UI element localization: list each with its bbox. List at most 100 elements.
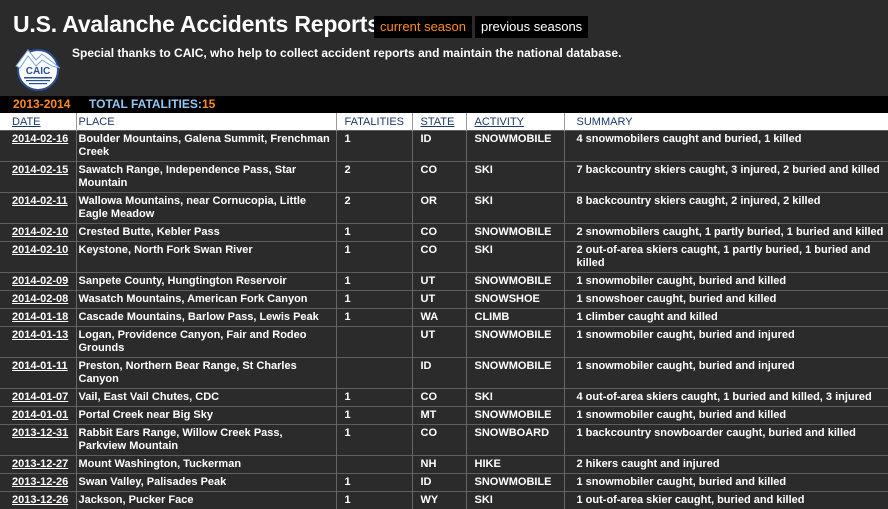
row-place: Sawatch Range, Independence Pass, Star M… — [76, 162, 336, 193]
table-row: 2014-01-18Cascade Mountains, Barlow Pass… — [0, 309, 888, 327]
column-header-date[interactable]: DATE — [0, 113, 76, 131]
row-fatalities: 1 — [336, 425, 412, 456]
row-date-link[interactable]: 2013-12-31 — [0, 425, 76, 456]
current-season-button[interactable]: current season — [374, 16, 472, 38]
row-activity: SKI — [466, 193, 564, 224]
row-date-link[interactable]: 2014-02-10 — [0, 224, 76, 242]
row-summary: 1 snowmobiler caught, buried and injured — [564, 358, 888, 389]
row-state: CO — [412, 224, 466, 242]
row-activity: SNOWBOARD — [466, 425, 564, 456]
row-state: CO — [412, 242, 466, 273]
row-date-link[interactable]: 2014-01-13 — [0, 327, 76, 358]
row-fatalities: 2 — [336, 162, 412, 193]
table-row: 2014-02-08Wasatch Mountains, American Fo… — [0, 291, 888, 309]
row-activity: SKI — [466, 492, 564, 509]
row-state: OR — [412, 193, 466, 224]
row-summary: 1 out-of-area skier caught, buried and k… — [564, 492, 888, 509]
row-place: Preston, Northern Bear Range, St Charles… — [76, 358, 336, 389]
row-state: MT — [412, 407, 466, 425]
row-state: CO — [412, 389, 466, 407]
row-fatalities — [336, 456, 412, 474]
row-summary: 1 snowmobiler caught, buried and killed — [564, 273, 888, 291]
row-activity: SNOWMOBILE — [466, 407, 564, 425]
table-row: 2014-02-10Crested Butte, Kebler Pass1COS… — [0, 224, 888, 242]
table-row: 2014-02-10Keystone, North Fork Swan Rive… — [0, 242, 888, 273]
table-row: 2014-01-13Logan, Providence Canyon, Fair… — [0, 327, 888, 358]
row-summary: 2 snowmobilers caught, 1 partly buried, … — [564, 224, 888, 242]
row-summary: 1 backcountry snowboarder caught, buried… — [564, 425, 888, 456]
row-place: Keystone, North Fork Swan River — [76, 242, 336, 273]
row-date-link[interactable]: 2014-01-18 — [0, 309, 76, 327]
thanks-text: Special thanks to CAIC, who help to coll… — [72, 46, 621, 60]
row-place: Logan, Providence Canyon, Fair and Rodeo… — [76, 327, 336, 358]
season-year: 2013-2014 — [13, 96, 70, 113]
row-date-link[interactable]: 2014-01-11 — [0, 358, 76, 389]
row-activity: SNOWSHOE — [466, 291, 564, 309]
row-fatalities: 1 — [336, 273, 412, 291]
table-row: 2014-01-11Preston, Northern Bear Range, … — [0, 358, 888, 389]
row-summary: 1 snowmobiler caught, buried and injured — [564, 327, 888, 358]
row-activity: SNOWMOBILE — [466, 327, 564, 358]
row-summary: 1 climber caught and killed — [564, 309, 888, 327]
table-row: 2014-01-01Portal Creek near Big Sky1MTSN… — [0, 407, 888, 425]
row-state: CO — [412, 162, 466, 193]
row-fatalities: 1 — [336, 492, 412, 509]
row-summary: 4 out-of-area skiers caught, 1 buried an… — [564, 389, 888, 407]
row-state: UT — [412, 327, 466, 358]
row-activity: CLIMB — [466, 309, 564, 327]
column-header-fatalities: FATALITIES — [336, 113, 412, 131]
accidents-table: DATE PLACE FATALITIES STATE ACTIVITY SUM… — [0, 113, 888, 509]
row-state: UT — [412, 273, 466, 291]
row-date-link[interactable]: 2014-01-01 — [0, 407, 76, 425]
table-body: 2014-02-16Boulder Mountains, Galena Summ… — [0, 131, 888, 509]
row-activity: SNOWMOBILE — [466, 358, 564, 389]
row-activity: SKI — [466, 242, 564, 273]
column-header-activity[interactable]: ACTIVITY — [466, 113, 564, 131]
row-fatalities: 2 — [336, 193, 412, 224]
caic-logo: CAIC — [12, 44, 64, 92]
row-place: Jackson, Pucker Face — [76, 492, 336, 509]
table-row: 2013-12-26Jackson, Pucker Face1WYSKI1 ou… — [0, 492, 888, 509]
row-place: Mount Washington, Tuckerman — [76, 456, 336, 474]
table-row: 2013-12-27Mount Washington, TuckermanNHH… — [0, 456, 888, 474]
logo-text: CAIC — [26, 66, 50, 77]
row-date-link[interactable]: 2014-02-08 — [0, 291, 76, 309]
row-state: UT — [412, 291, 466, 309]
row-summary: 1 snowmobiler caught, buried and killed — [564, 407, 888, 425]
row-date-link[interactable]: 2013-12-26 — [0, 492, 76, 509]
page-title: U.S. Avalanche Accidents Reports — [13, 11, 380, 38]
row-place: Wasatch Mountains, American Fork Canyon — [76, 291, 336, 309]
season-summary-bar: 2013-2014 TOTAL FATALITIES: 15 — [0, 96, 888, 113]
row-place: Crested Butte, Kebler Pass — [76, 224, 336, 242]
row-activity: SNOWMOBILE — [466, 224, 564, 242]
row-date-link[interactable]: 2014-01-07 — [0, 389, 76, 407]
total-fatalities-value: 15 — [202, 96, 215, 113]
row-date-link[interactable]: 2014-02-10 — [0, 242, 76, 273]
column-header-state[interactable]: STATE — [412, 113, 466, 131]
column-header-place: PLACE — [76, 113, 336, 131]
row-summary: 7 backcountry skiers caught, 3 injured, … — [564, 162, 888, 193]
row-fatalities: 1 — [336, 242, 412, 273]
row-state: WY — [412, 492, 466, 509]
row-date-link[interactable]: 2014-02-11 — [0, 193, 76, 224]
previous-seasons-button[interactable]: previous seasons — [475, 16, 588, 38]
row-place: Rabbit Ears Range, Willow Creek Pass, Pa… — [76, 425, 336, 456]
row-date-link[interactable]: 2013-12-27 — [0, 456, 76, 474]
row-summary: 2 hikers caught and injured — [564, 456, 888, 474]
row-state: ID — [412, 131, 466, 162]
row-date-link[interactable]: 2014-02-16 — [0, 131, 76, 162]
row-fatalities: 1 — [336, 407, 412, 425]
table-row: 2014-02-15Sawatch Range, Independence Pa… — [0, 162, 888, 193]
row-place: Cascade Mountains, Barlow Pass, Lewis Pe… — [76, 309, 336, 327]
row-date-link[interactable]: 2014-02-09 — [0, 273, 76, 291]
row-date-link[interactable]: 2014-02-15 — [0, 162, 76, 193]
table-row: 2014-02-11Wallowa Mountains, near Cornuc… — [0, 193, 888, 224]
row-fatalities: 1 — [336, 131, 412, 162]
row-fatalities: 1 — [336, 224, 412, 242]
row-summary: 2 out-of-area skiers caught, 1 partly bu… — [564, 242, 888, 273]
table-row: 2014-01-07Vail, East Vail Chutes, CDC1CO… — [0, 389, 888, 407]
page-header: U.S. Avalanche Accidents Reports current… — [0, 0, 888, 96]
total-fatalities-label: TOTAL FATALITIES: — [89, 96, 202, 113]
row-summary: 8 backcountry skiers caught, 2 injured, … — [564, 193, 888, 224]
table-row: 2013-12-31Rabbit Ears Range, Willow Cree… — [0, 425, 888, 456]
